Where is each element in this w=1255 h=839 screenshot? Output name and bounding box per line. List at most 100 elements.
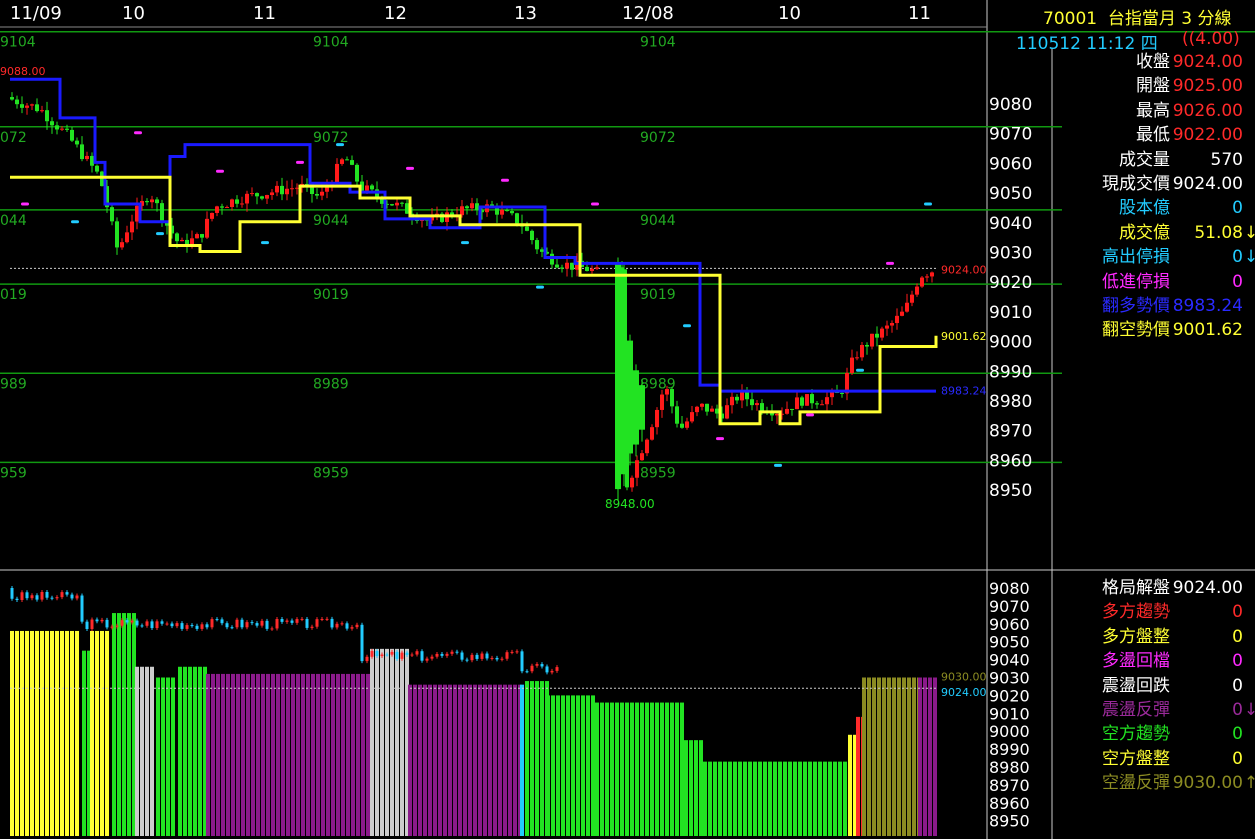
state-bar (928, 677, 932, 836)
price-tick: 9050 (989, 184, 1032, 204)
mini-candle-body (495, 657, 499, 660)
candle-body (685, 421, 689, 428)
state-bar (413, 684, 417, 836)
panel-row-label: 股本億 (1119, 198, 1170, 219)
candle-body (135, 205, 139, 222)
mini-candle-body (30, 595, 34, 599)
panel-row-value: 9030.00 (1172, 773, 1243, 794)
state-bar (823, 761, 827, 836)
mini-candle-body (405, 652, 409, 655)
panel-row-label: 格局解盤 (1102, 578, 1170, 598)
panel-row-value: 0 (1232, 675, 1243, 696)
state-bar (708, 761, 712, 836)
state-bar (251, 673, 255, 836)
low-marker-label: 8948.00 (605, 497, 655, 511)
candle-body (145, 201, 149, 203)
mini-candle-body (220, 619, 224, 624)
mini-candle-body (180, 623, 184, 629)
mini-candle-body (70, 594, 74, 599)
state-bar (684, 740, 688, 836)
mini-candle-body (350, 627, 354, 629)
state-bar (808, 761, 812, 836)
state-bar (346, 673, 350, 836)
candle-body (130, 221, 134, 233)
sub-price-tick: 9020 (989, 686, 1030, 705)
state-bar (923, 677, 927, 836)
candle-body (795, 397, 799, 410)
sub-price-tick: 9060 (989, 615, 1030, 634)
candle-body (475, 203, 479, 211)
candle-body (785, 408, 789, 414)
candle-body (250, 193, 254, 195)
mini-candle-body (95, 619, 99, 622)
panel-row: 開盤 9025.00 (1058, 74, 1255, 98)
candle-body (615, 263, 621, 490)
state-bar (803, 761, 807, 836)
panel-row-label: 多方趨勢 (1102, 602, 1170, 623)
candle-body (35, 104, 39, 112)
candle-body (670, 389, 674, 407)
mini-candle-body (300, 618, 304, 620)
state-bar (655, 702, 659, 836)
state-bar (246, 673, 250, 836)
state-bar (135, 666, 139, 836)
level-label: 959 (0, 465, 27, 481)
level-label: 8959 (640, 465, 676, 481)
mini-candle-body (15, 598, 19, 600)
quote-panel: 收盤 9024.00 開盤 9025.00 最高 9026.00 最低 9022.00 成交量 5… (1058, 50, 1255, 350)
state-bar (473, 684, 477, 836)
mini-candle-body (540, 664, 544, 667)
panel-row: 最低 9022.00 (1058, 123, 1255, 147)
candle-body (570, 262, 574, 270)
panel-row: 現成交價 9024.00 (1058, 172, 1255, 196)
state-bar (556, 695, 560, 836)
state-bar (738, 761, 742, 836)
candle-body (910, 294, 914, 303)
mini-candle-body (390, 651, 394, 655)
mini-candle-body (460, 652, 464, 660)
level-label: 9072 (640, 130, 676, 146)
mini-candle-body (185, 625, 189, 629)
mini-candle-body (310, 626, 314, 628)
mini-candle-body (140, 625, 144, 627)
mini-candle-body (545, 666, 549, 673)
sub-upper-label: 9030.00 (941, 671, 987, 684)
candle-body (75, 140, 79, 145)
candle-body (735, 396, 739, 401)
state-bar (660, 702, 664, 836)
state-bar (788, 761, 792, 836)
candle-body (90, 155, 94, 166)
marker-dash (134, 131, 142, 135)
panel-row-label: 震盪回跌 (1102, 675, 1170, 696)
panel-row-value: 0 (1232, 271, 1243, 292)
state-bar (105, 630, 109, 836)
state-bar (600, 702, 604, 836)
symbol-title: 70001 台指當月 3 分線 (1043, 4, 1232, 29)
candle-body (555, 264, 559, 268)
state-bar (680, 702, 684, 836)
panel-row-label: 空盪反彈 (1102, 773, 1170, 794)
panel-row-value: 0 (1232, 724, 1243, 745)
candle-body (920, 277, 924, 287)
mini-candle-body (400, 652, 404, 659)
state-bar (45, 630, 49, 836)
mini-candle-body (65, 592, 69, 595)
state-bar (753, 761, 757, 836)
mini-candle-body (195, 625, 199, 629)
level-label: 9044 (313, 213, 349, 229)
marker-dash (886, 261, 894, 265)
mini-candle-body (475, 654, 479, 659)
candle-body (365, 185, 369, 191)
panel-row-label: 空方盤整 (1102, 748, 1170, 769)
level-label: 044 (0, 213, 27, 229)
state-bar (156, 677, 160, 836)
state-bar (525, 681, 529, 836)
sub-price-tick: 8950 (989, 812, 1030, 831)
candle-body (55, 125, 59, 130)
candle-body (630, 477, 634, 488)
state-bar (331, 673, 335, 836)
candle-body (125, 232, 129, 243)
panel-row: 空盪反彈 9030.00 ↑ (1058, 771, 1255, 795)
mini-candle-body (305, 618, 309, 628)
state-bar (933, 677, 937, 836)
